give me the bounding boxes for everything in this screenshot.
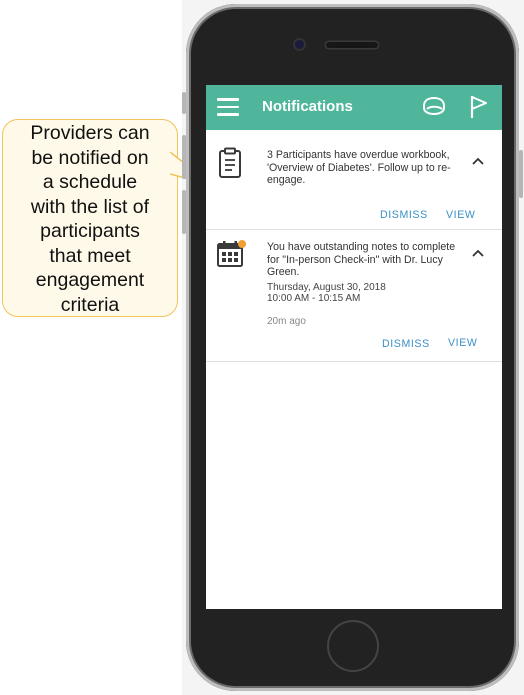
callout-text: Providers can be notified on a schedule …	[30, 122, 150, 316]
dismiss-button[interactable]: DISMISS	[382, 338, 430, 350]
notification-card-notes: You have outstanding notes to complete f…	[206, 231, 502, 362]
calendar-alert-icon	[217, 240, 246, 267]
clipboard-icon	[219, 147, 241, 178]
graduation-cap-icon[interactable]	[421, 95, 447, 119]
view-button[interactable]: VIEW	[448, 337, 477, 349]
appointment-date: Thursday, August 30, 2018	[267, 282, 386, 293]
notification-card-overdue: 3 Participants have overdue workbook, 'O…	[206, 130, 502, 230]
chevron-up-icon[interactable]	[472, 157, 484, 165]
power-button	[519, 150, 523, 198]
notification-message: You have outstanding notes to complete f…	[267, 241, 456, 279]
volume-up-button	[182, 135, 186, 179]
notification-age: 20m ago	[267, 316, 306, 327]
phone-screen: Notifications 3 Participants have overdu…	[206, 85, 502, 609]
flag-icon[interactable]	[468, 94, 490, 120]
front-camera	[295, 40, 304, 49]
earpiece-speaker	[326, 42, 378, 48]
view-button[interactable]: VIEW	[446, 209, 475, 221]
volume-down-button	[182, 190, 186, 234]
app-bar: Notifications	[206, 85, 502, 130]
left-background	[0, 0, 182, 695]
home-button[interactable]	[327, 620, 379, 672]
menu-icon[interactable]	[217, 98, 239, 116]
appointment-time: 10:00 AM - 10:15 AM	[267, 293, 361, 304]
page-title: Notifications	[262, 98, 353, 115]
notification-message: 3 Participants have overdue workbook, 'O…	[267, 149, 451, 187]
chevron-up-icon[interactable]	[472, 249, 484, 257]
dismiss-button[interactable]: DISMISS	[380, 209, 428, 221]
mute-switch	[182, 92, 186, 114]
